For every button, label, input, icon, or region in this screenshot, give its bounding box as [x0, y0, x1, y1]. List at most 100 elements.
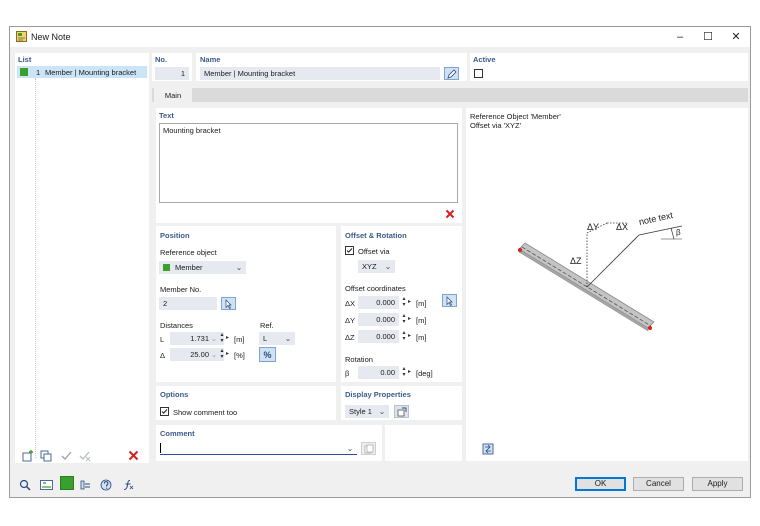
tab-main[interactable]: Main	[154, 88, 192, 103]
delta-label: Δ	[160, 351, 166, 360]
list-label: List	[18, 55, 32, 64]
offset-via-select[interactable]: XYZ ⌄	[358, 260, 395, 273]
edit-name-button[interactable]	[444, 67, 459, 80]
text-label: Text	[159, 111, 174, 120]
number-panel: No. 1	[152, 53, 192, 81]
l-unit-label: [m]	[234, 335, 245, 344]
beta-arrow-right-icon[interactable]: ▸	[408, 366, 414, 379]
copy-item-icon[interactable]	[38, 448, 54, 463]
list-panel: List 1 Member | Mounting bracket	[15, 53, 149, 463]
clear-text-button[interactable]	[443, 207, 457, 220]
cancel-button[interactable]: Cancel	[633, 477, 684, 491]
text-area[interactable]: Mounting bracket	[159, 123, 458, 203]
style-value: Style 1	[349, 407, 372, 416]
offset-rotation-panel: Offset & Rotation Offset via XYZ ⌄ Offse…	[341, 226, 462, 382]
delta-spinner-icon[interactable]: ▴ ▾	[218, 348, 226, 361]
units-icon[interactable]	[38, 477, 54, 492]
show-comment-label: Show comment too	[173, 408, 238, 417]
close-button[interactable]: ✕	[722, 29, 750, 45]
ok-button[interactable]: OK	[575, 477, 626, 491]
offset-via-checkbox[interactable]	[345, 246, 354, 255]
beta-spinner-icon[interactable]: ▴ ▾	[400, 366, 408, 379]
position-label: Position	[160, 231, 190, 240]
name-label: Name	[200, 55, 221, 64]
reference-object-label: Reference object	[160, 248, 217, 257]
member-no-label: Member No.	[160, 285, 202, 294]
chevron-down-icon[interactable]: ⌄	[346, 442, 354, 455]
name-field[interactable]: Member | Mounting bracket	[200, 67, 440, 80]
beta-field[interactable]: 0.00	[358, 366, 399, 379]
app-icon	[16, 31, 27, 42]
comment-label: Comment	[160, 429, 195, 438]
search-icon[interactable]	[17, 477, 33, 492]
comment-panel: Comment ⌄	[156, 425, 382, 461]
chevron-down-icon: ⌄	[210, 334, 218, 343]
rotation-label: Rotation	[345, 355, 373, 364]
number-field[interactable]: 1	[155, 67, 189, 80]
minimize-button[interactable]: –	[666, 29, 694, 45]
dz-arrow-right-icon[interactable]: ▸	[408, 330, 414, 343]
preview-settings-icon[interactable]	[480, 441, 496, 456]
uncheck-selected-icon[interactable]	[77, 448, 93, 463]
style-edit-icon	[397, 407, 406, 416]
delta-unit-label: [%]	[234, 351, 245, 360]
beta-label: β	[345, 369, 350, 378]
percent-toggle-button[interactable]: %	[259, 347, 276, 362]
dz-field[interactable]: 0.000	[358, 330, 399, 343]
dz-label: ΔZ	[345, 333, 355, 342]
l-spinner-icon[interactable]: ▴ ▾	[218, 332, 226, 345]
check-selected-icon[interactable]	[59, 448, 75, 463]
dx-field[interactable]: 0.000	[358, 296, 399, 309]
show-comment-checkbox[interactable]	[160, 407, 169, 416]
number-label: No.	[155, 55, 168, 64]
comment-library-button[interactable]	[361, 442, 376, 455]
list-item[interactable]: 1 Member | Mounting bracket	[17, 66, 147, 78]
offset-coordinates-label: Offset coordinates	[345, 284, 406, 293]
chevron-down-icon: ⌄	[378, 407, 386, 416]
display-settings-icon[interactable]	[77, 477, 93, 492]
dy-field[interactable]: 0.000	[358, 313, 399, 326]
apply-button[interactable]: Apply	[692, 477, 743, 491]
active-checkbox[interactable]	[474, 69, 483, 78]
member-no-field[interactable]: 2	[159, 297, 217, 310]
dx-label: ΔX	[345, 299, 356, 308]
l-arrow-right-icon[interactable]: ▸	[226, 332, 232, 345]
checkmark-icon	[346, 248, 353, 253]
dy-arrow-right-icon[interactable]: ▸	[408, 313, 414, 326]
color-swatch-button[interactable]	[60, 476, 74, 490]
ref-value: L	[263, 334, 268, 343]
active-label: Active	[473, 55, 496, 64]
preview-beta-label: β	[676, 228, 681, 237]
ref-select[interactable]: L ⌄	[259, 332, 295, 345]
reference-object-select[interactable]: Member ⌄	[159, 261, 246, 274]
style-select[interactable]: Style 1 ⌄	[345, 405, 389, 418]
edit-style-button[interactable]	[394, 405, 409, 418]
preview-dx-label: ΔX	[616, 222, 629, 232]
comment-input[interactable]	[160, 442, 357, 455]
dx-spinner-icon[interactable]: ▴ ▾	[400, 296, 408, 309]
delete-item-icon[interactable]	[125, 448, 141, 463]
list-item-label: Member | Mounting bracket	[45, 68, 137, 77]
dx-unit-label: [m]	[416, 299, 427, 308]
member-color-swatch	[20, 68, 28, 76]
pick-cursor-icon	[446, 295, 453, 306]
pick-offset-button[interactable]	[442, 294, 457, 307]
help-icon[interactable]	[98, 477, 114, 492]
pencil-icon	[446, 68, 457, 79]
delta-arrow-right-icon[interactable]: ▸	[226, 348, 232, 361]
pick-member-button[interactable]	[221, 297, 236, 310]
maximize-button[interactable]: ☐	[694, 29, 722, 45]
new-note-dialog: New Note – ☐ ✕ List 1 Member | Mounting …	[9, 26, 751, 498]
dx-arrow-right-icon[interactable]: ▸	[408, 296, 414, 309]
formula-icon[interactable]	[120, 477, 136, 492]
member-preview-diagram	[518, 222, 683, 332]
dy-label: ΔY	[345, 316, 356, 325]
dy-spinner-icon[interactable]: ▴ ▾	[400, 313, 408, 326]
offset-via-label: Offset via	[358, 247, 390, 256]
dz-spinner-icon[interactable]: ▴ ▾	[400, 330, 408, 343]
list-item-number: 1	[36, 68, 41, 77]
preview-panel: Reference Object 'Member' Offset via 'XY…	[466, 108, 748, 461]
new-item-icon[interactable]	[20, 448, 36, 463]
ref-label: Ref.	[260, 321, 274, 330]
library-icon	[364, 444, 373, 453]
